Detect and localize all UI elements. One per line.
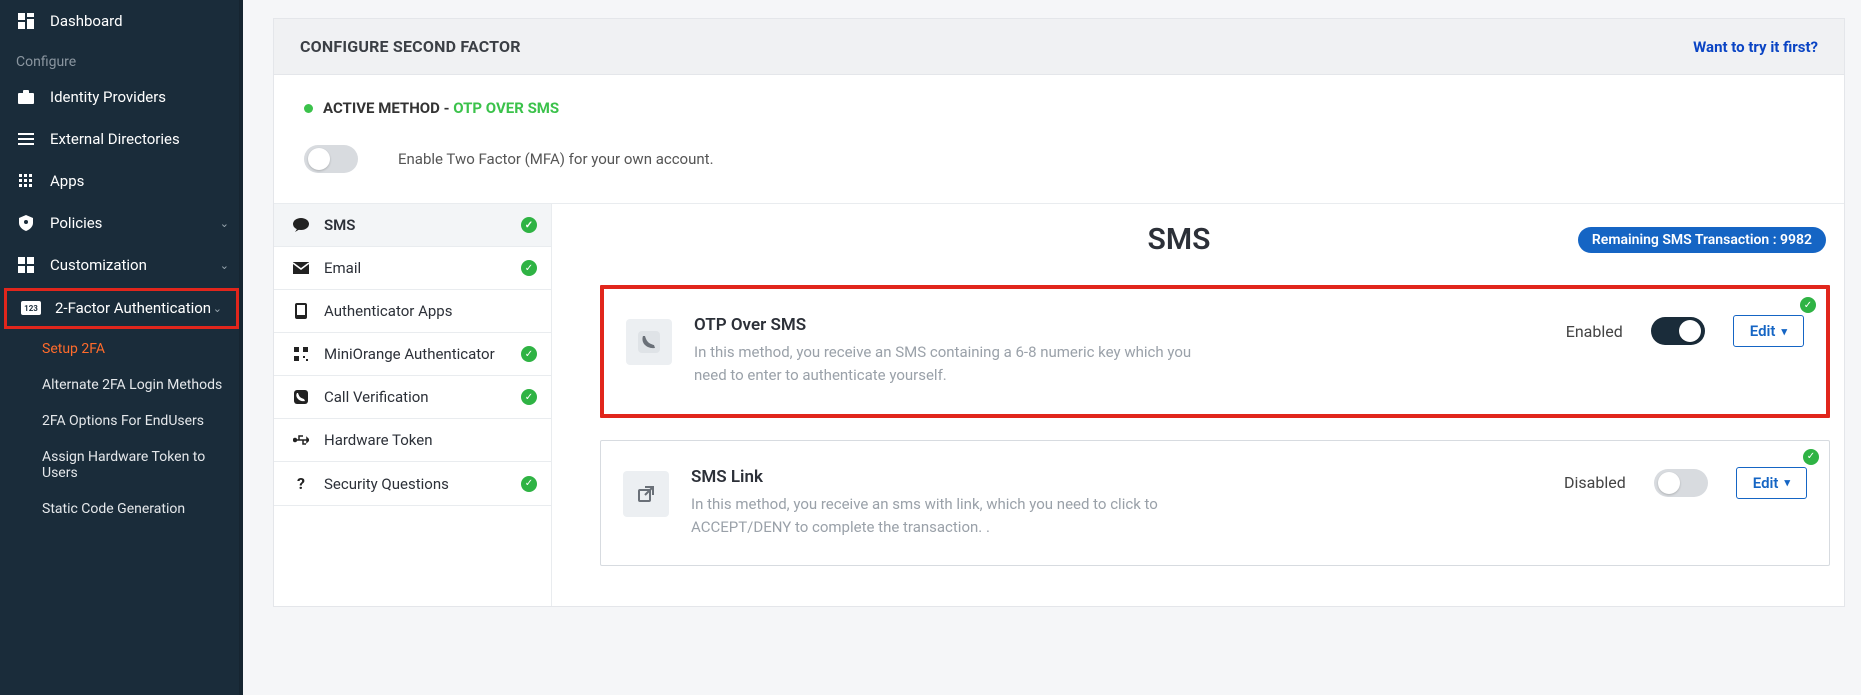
nav-2fa-highlight: 123 2-Factor Authentication ⌄ — [4, 288, 239, 329]
remaining-sms-badge: Remaining SMS Transaction : 9982 — [1578, 227, 1826, 253]
nav-label: Identity Providers — [50, 88, 166, 106]
badge-123-icon: 123 — [21, 301, 41, 315]
list-icon — [16, 133, 36, 145]
method-status: Enabled — [1566, 322, 1623, 341]
sidebar: Dashboard Configure Identity Providers E… — [0, 0, 243, 695]
tab-label: Hardware Token — [324, 431, 433, 449]
external-link-icon — [623, 471, 669, 517]
panel-header: CONFIGURE SECOND FACTOR Want to try it f… — [273, 18, 1845, 75]
tab-label: MiniOrange Authenticator — [324, 345, 495, 363]
nav-label: Policies — [50, 214, 102, 232]
subnav-static-code[interactable]: Static Code Generation — [0, 491, 243, 527]
active-method-row: ACTIVE METHOD - OTP OVER SMS — [274, 75, 1844, 127]
tab-hardware-token[interactable]: Hardware Token — [274, 419, 551, 462]
nav-customization[interactable]: Customization ⌄ — [0, 244, 243, 286]
chevron-down-icon: ⌄ — [213, 302, 222, 315]
envelope-icon — [292, 262, 310, 274]
check-icon: ✓ — [521, 260, 537, 276]
enable-mfa-toggle[interactable] — [304, 145, 358, 173]
active-label: ACTIVE METHOD - — [323, 99, 453, 117]
nav-label: 2-Factor Authentication — [55, 299, 211, 318]
nav-section-configure: Configure — [0, 42, 243, 76]
method-title: OTP Over SMS — [694, 315, 1544, 335]
usb-icon — [292, 434, 310, 446]
tab-sms[interactable]: SMS ✓ — [274, 204, 551, 247]
page-title: CONFIGURE SECOND FACTOR — [300, 37, 521, 56]
dashboard-icon — [16, 13, 36, 29]
subnav-assign-hw-token[interactable]: Assign Hardware Token to Users — [0, 439, 243, 491]
nav-policies[interactable]: Policies ⌄ — [0, 202, 243, 244]
chevron-down-icon: ⌄ — [220, 217, 229, 230]
method-desc: In this method, you receive an SMS conta… — [694, 341, 1214, 388]
enable-mfa-row: Enable Two Factor (MFA) for your own acc… — [274, 127, 1844, 204]
nav-dashboard[interactable]: Dashboard — [0, 0, 243, 42]
chat-icon — [292, 218, 310, 232]
nav-apps[interactable]: Apps — [0, 160, 243, 202]
check-icon: ✓ — [521, 346, 537, 362]
subnav-2fa-options-endusers[interactable]: 2FA Options For EndUsers — [0, 403, 243, 439]
check-icon: ✓ — [1803, 449, 1819, 465]
phone-receiver-icon — [626, 319, 672, 365]
nav-label: External Directories — [50, 130, 180, 148]
tab-call-verification[interactable]: Call Verification ✓ — [274, 376, 551, 419]
tab-miniorange-auth[interactable]: MiniOrange Authenticator ✓ — [274, 333, 551, 376]
method-toggle[interactable] — [1654, 469, 1708, 497]
method-desc: In this method, you receive an sms with … — [691, 493, 1211, 540]
tab-authenticator-apps[interactable]: Authenticator Apps — [274, 290, 551, 333]
briefcase-icon — [16, 90, 36, 104]
content-header: SMS Remaining SMS Transaction : 9982 — [600, 222, 1830, 257]
caret-down-icon: ▾ — [1784, 476, 1790, 489]
try-it-link[interactable]: Want to try it first? — [1693, 38, 1818, 56]
enable-mfa-label: Enable Two Factor (MFA) for your own acc… — [398, 150, 714, 168]
tab-label: SMS — [324, 216, 355, 234]
phone-app-icon — [292, 303, 310, 319]
puzzle-icon — [16, 257, 36, 273]
grid-icon — [16, 174, 36, 188]
method-card-sms-link: ✓ SMS Link In this method, you receive a… — [600, 440, 1830, 567]
main: CONFIGURE SECOND FACTOR Want to try it f… — [243, 0, 1861, 695]
active-method-name: OTP OVER SMS — [453, 99, 559, 117]
caret-down-icon: ▾ — [1781, 325, 1787, 338]
check-icon: ✓ — [521, 476, 537, 492]
check-icon: ✓ — [521, 389, 537, 405]
method-toggle[interactable] — [1651, 317, 1705, 345]
tab-label: Security Questions — [324, 475, 449, 493]
content-heading: SMS — [1148, 222, 1211, 257]
method-card-otp-sms: ✓ OTP Over SMS In this method, you recei… — [600, 285, 1830, 418]
tab-security-questions[interactable]: ? Security Questions ✓ — [274, 462, 551, 506]
check-icon: ✓ — [1800, 297, 1816, 313]
nav-label: Customization — [50, 256, 147, 274]
nav-label: Apps — [50, 172, 84, 190]
method-title: SMS Link — [691, 467, 1542, 487]
tab-label: Call Verification — [324, 388, 429, 406]
shield-icon — [16, 215, 36, 231]
method-status: Disabled — [1564, 473, 1626, 492]
tab-label: Authenticator Apps — [324, 302, 452, 320]
body-card: ACTIVE METHOD - OTP OVER SMS Enable Two … — [273, 75, 1845, 607]
subnav-alternate-methods[interactable]: Alternate 2FA Login Methods — [0, 367, 243, 403]
method-category-tabs: SMS ✓ Email ✓ Authenticator Apps — [274, 204, 552, 606]
svg-text:123: 123 — [24, 304, 38, 313]
nav-label: Dashboard — [50, 12, 123, 30]
phone-call-icon — [292, 390, 310, 404]
qr-icon — [292, 347, 310, 361]
status-dot-icon — [304, 104, 313, 113]
check-icon: ✓ — [521, 217, 537, 233]
chevron-down-icon: ⌄ — [220, 259, 229, 272]
nav-2fa[interactable]: 123 2-Factor Authentication ⌄ — [7, 291, 236, 326]
tab-label: Email — [324, 259, 361, 277]
edit-button[interactable]: Edit ▾ — [1733, 315, 1804, 347]
content-panel: SMS Remaining SMS Transaction : 9982 ✓ O… — [552, 204, 1844, 606]
nav-external-directories[interactable]: External Directories — [0, 118, 243, 160]
nav-identity-providers[interactable]: Identity Providers — [0, 76, 243, 118]
edit-button[interactable]: Edit ▾ — [1736, 467, 1807, 499]
subnav-setup-2fa[interactable]: Setup 2FA — [0, 331, 243, 367]
question-icon: ? — [292, 474, 310, 493]
tab-email[interactable]: Email ✓ — [274, 247, 551, 290]
